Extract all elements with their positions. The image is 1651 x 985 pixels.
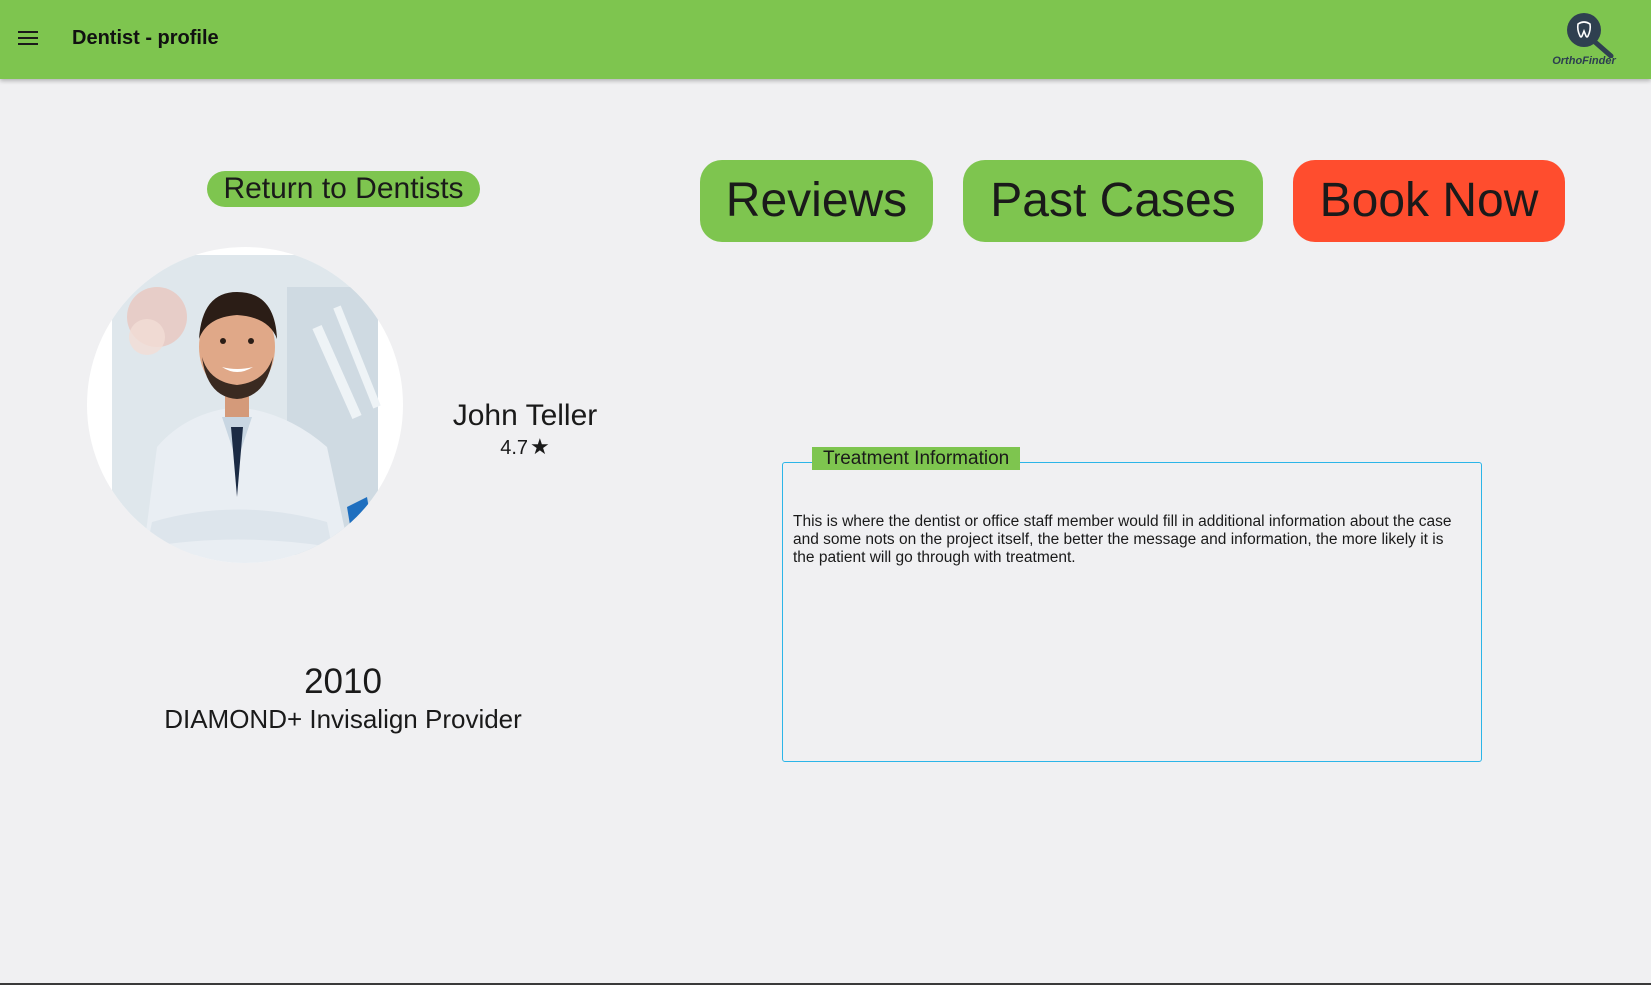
rating-value: 4.7	[500, 437, 529, 459]
page-title: Dentist - profile	[72, 27, 219, 49]
dentist-name: John Teller	[452, 399, 598, 432]
practice-year: 2010	[304, 662, 382, 701]
star-icon: ★	[530, 434, 550, 459]
menu-icon[interactable]	[18, 31, 38, 47]
logo-text: OrthoFinder	[1552, 55, 1616, 67]
book-now-button[interactable]: Book Now	[1293, 160, 1565, 242]
treatment-info-text: This is where the dentist or office staf…	[793, 513, 1452, 566]
dentist-avatar	[87, 247, 403, 563]
return-to-dentists-button[interactable]: Return to Dentists	[207, 171, 480, 207]
dentist-rating: 4.7★	[400, 434, 650, 460]
orthofinder-logo[interactable]: OrthoFinder	[1540, 8, 1628, 72]
past-cases-button[interactable]: Past Cases	[963, 160, 1263, 242]
treatment-info-box: This is where the dentist or office staf…	[782, 462, 1482, 762]
reviews-button[interactable]: Reviews	[700, 160, 933, 242]
provider-level: DIAMOND+ Invisalign Provider	[164, 704, 522, 734]
dentist-photo	[112, 255, 381, 563]
app-bar: Dentist - profile OrthoFinder	[0, 0, 1651, 79]
treatment-info-legend: Treatment Information	[812, 447, 1021, 470]
magnifier-tooth-icon	[1567, 13, 1614, 59]
